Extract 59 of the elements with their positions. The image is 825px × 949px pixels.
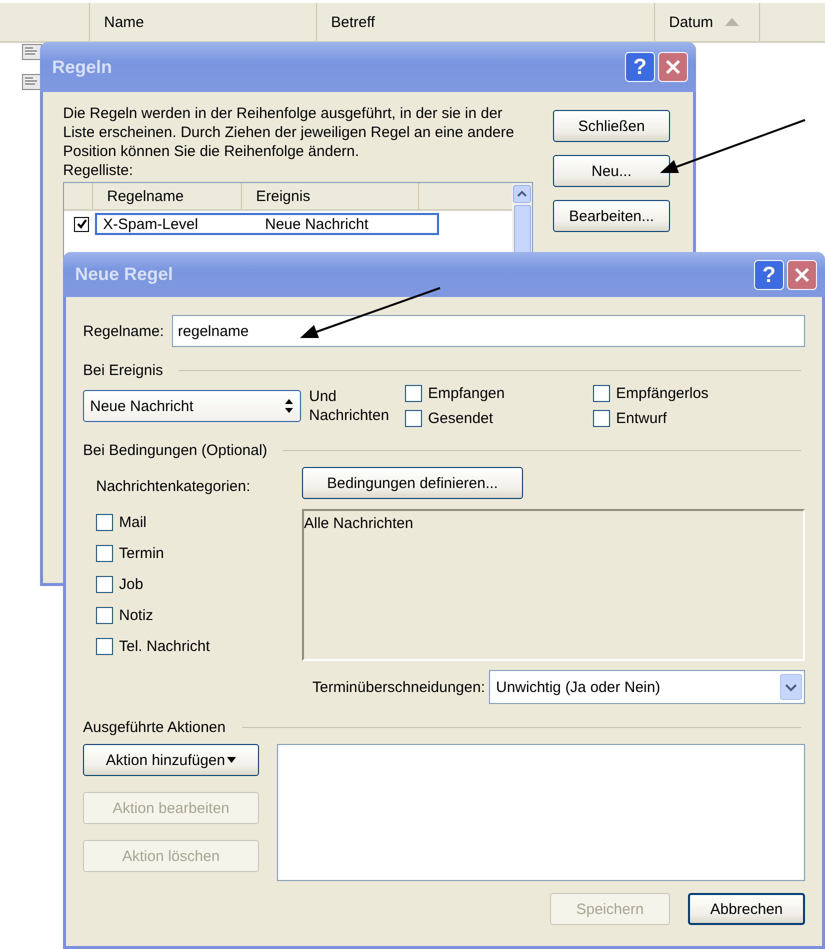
rule-row[interactable]: X-Spam-Level Neue Nachricht — [95, 213, 439, 235]
rule-event: Neue Nachricht — [265, 216, 368, 232]
help-button[interactable]: ? — [754, 260, 784, 290]
checkbox[interactable] — [593, 385, 610, 402]
window-title: Neue Regel — [75, 264, 174, 285]
checkbox[interactable] — [405, 410, 422, 427]
messages-label: Und Nachrichten — [309, 387, 390, 425]
conditions-text: Alle Nachrichten — [304, 515, 414, 532]
column-header[interactable]: Ereignis — [242, 183, 419, 209]
checkbox-label: Gesendet — [428, 410, 494, 427]
checkbox[interactable] — [593, 410, 610, 427]
checkbox-label: Empfängerlos — [616, 385, 709, 402]
checkbox[interactable] — [96, 638, 113, 655]
checkbox[interactable] — [96, 607, 113, 624]
checkbox-label: Tel. Nachricht — [119, 638, 210, 655]
checkbox[interactable] — [405, 385, 422, 402]
field-label: Terminüberschneidungen: — [312, 678, 485, 696]
dialog-button[interactable]: Abbrechen — [688, 893, 805, 925]
section-title: Ausgeführte Aktionen — [83, 718, 226, 736]
event-select[interactable]: Neue Nachricht — [83, 390, 301, 422]
description-text: Die Regeln werden in der Reihenfolge ausgeführt, in der sie in der Liste erscheinen. Durch Ziehen der jeweiligen Regel an eine andere Position können Sie die Reihenfolge ändern. — [63, 104, 516, 161]
close-icon — [665, 59, 681, 75]
checkbox[interactable] — [96, 576, 113, 593]
dialog-button[interactable]: Bearbeiten... — [553, 200, 670, 232]
column-header[interactable]: Name — [89, 3, 316, 41]
dialog-button[interactable]: Schließen — [553, 110, 670, 142]
field-label: Nachrichtenkategorien: — [96, 476, 252, 496]
mail-icon — [22, 74, 42, 90]
checkbox-label: Termin — [119, 545, 164, 562]
checkbox-label: Empfangen — [428, 385, 505, 402]
list-label: Regelliste: — [63, 161, 134, 180]
checkbox-label: Mail — [119, 514, 147, 531]
window-title: Regeln — [52, 56, 112, 78]
help-button[interactable]: ? — [625, 52, 655, 82]
column-header[interactable]: Datum — [654, 3, 759, 41]
rule-name: X-Spam-Level — [103, 216, 200, 232]
column-header[interactable]: Regelname — [93, 183, 242, 209]
checkbox-label: Job — [119, 576, 144, 593]
close-icon — [794, 266, 810, 282]
close-button[interactable] — [658, 52, 688, 82]
rule-name-field[interactable]: regelname — [172, 315, 805, 347]
checkbox[interactable] — [74, 216, 89, 232]
checkbox[interactable] — [96, 545, 113, 562]
checkbox[interactable] — [96, 514, 113, 531]
action-button[interactable]: Aktion hinzufügen — [83, 744, 259, 776]
section-title: Bei Ereignis — [83, 362, 164, 378]
overlap-dropdown[interactable]: Unwichtig (Ja oder Nein) — [489, 670, 805, 704]
checkbox-label: Notiz — [119, 607, 154, 624]
checkbox-label: Entwurf — [616, 410, 667, 427]
caret-icon — [227, 757, 236, 763]
close-button[interactable] — [787, 260, 817, 290]
column-header[interactable]: Betreff — [316, 3, 654, 41]
define-conditions-button[interactable]: Bedingungen definieren... — [302, 467, 523, 499]
mail-icon — [22, 44, 42, 60]
scroll-up-icon[interactable] — [513, 185, 531, 203]
field-label: Regelname: — [83, 322, 164, 340]
section-title: Bei Bedingungen (Optional) — [83, 442, 268, 458]
dialog-button[interactable]: Neu... — [553, 155, 670, 187]
spinner-arrows-icon — [284, 398, 294, 414]
